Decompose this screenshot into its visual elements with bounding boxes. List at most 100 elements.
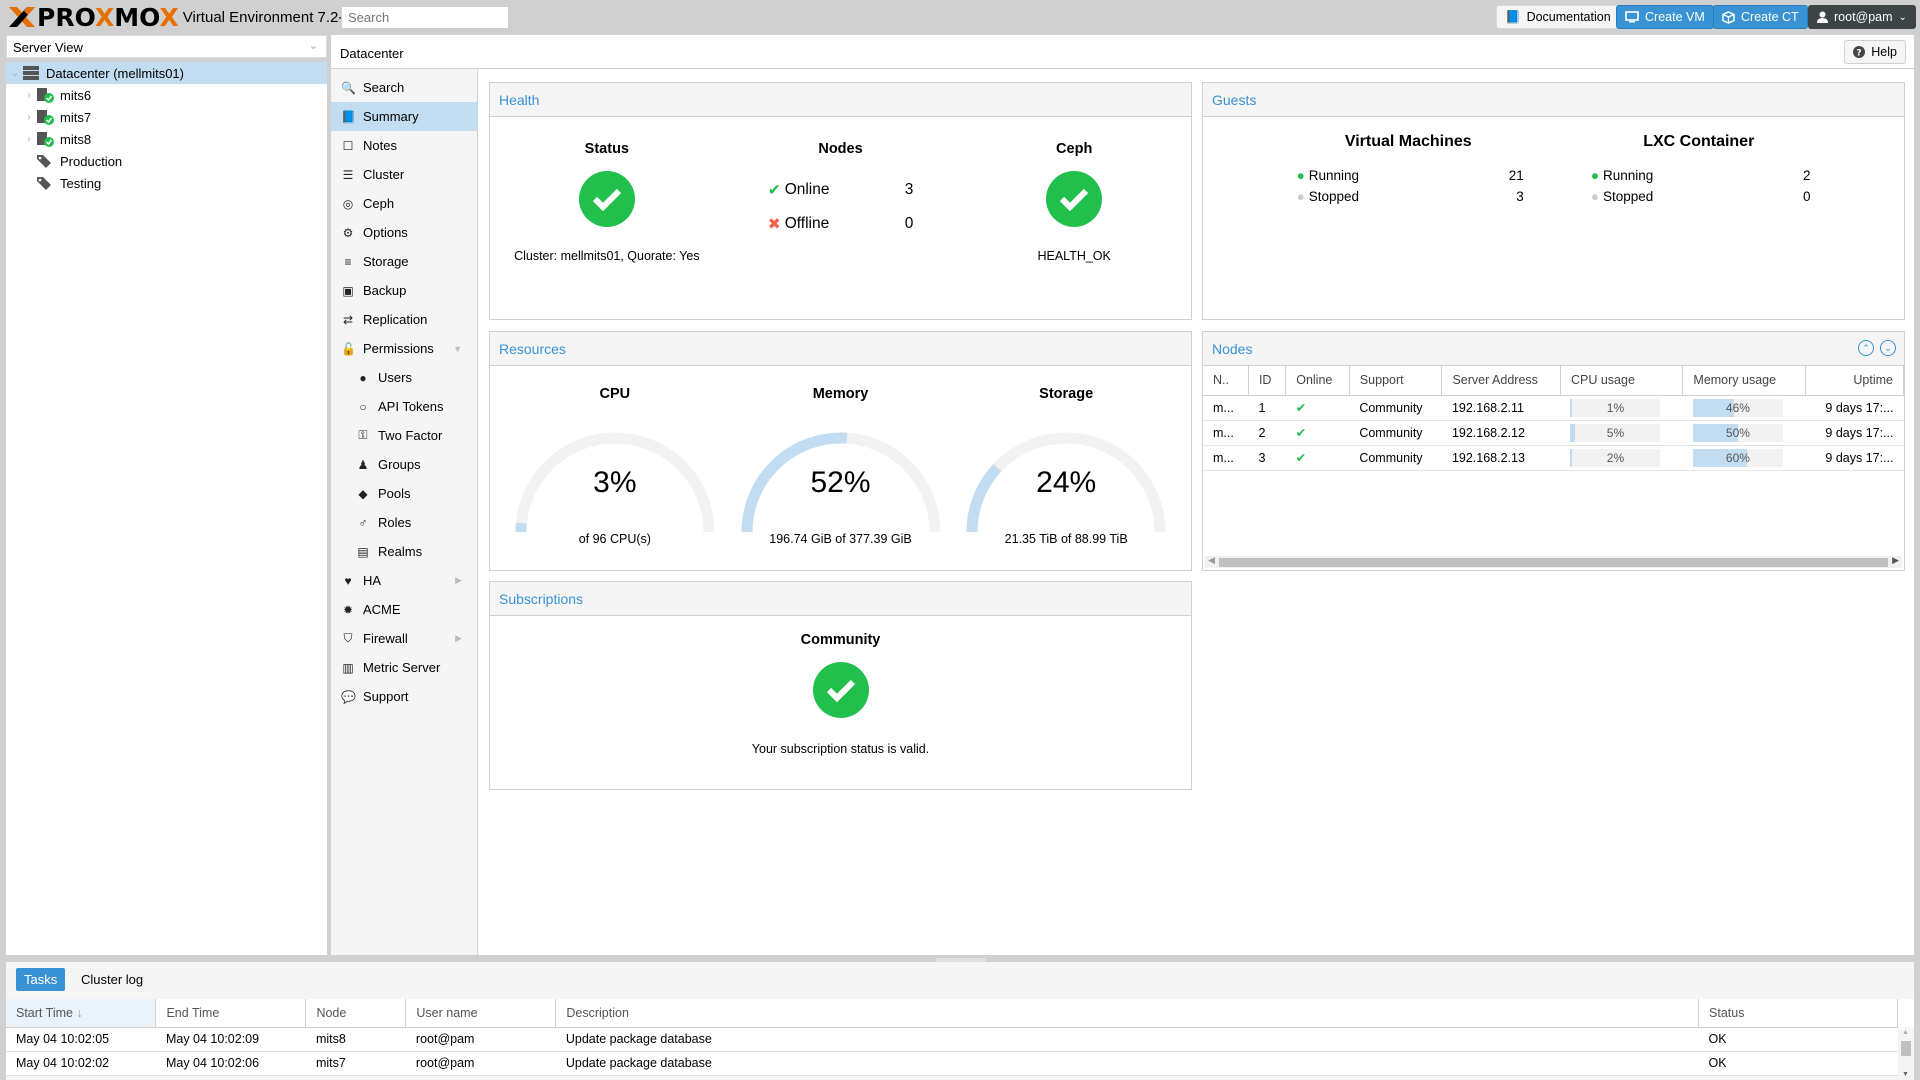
expand-toggle-icon[interactable]: › (22, 112, 36, 123)
task-end: May 04 10:02:06 (155, 1051, 306, 1076)
task-user: root@pam (405, 1051, 556, 1076)
menu-item-ceph[interactable]: ◎ Ceph (331, 189, 478, 218)
column-header[interactable]: Description (555, 999, 1700, 1028)
scroll-left-icon[interactable]: ◀ (1208, 555, 1215, 566)
scrollbar-thumb[interactable] (1901, 1041, 1911, 1056)
create-vm-button[interactable]: Create VM (1616, 5, 1714, 29)
menu-item-backup[interactable]: ▣ Backup (331, 276, 478, 305)
menu-item-pools[interactable]: ◆ Pools (331, 479, 478, 508)
tree-item-label: Testing (60, 175, 102, 191)
user-menu-button[interactable]: root@pam ⌄ (1808, 5, 1916, 29)
menu-item-support[interactable]: 💬 Support (331, 682, 478, 711)
usage-label: 50% (1725, 425, 1750, 440)
tree-item-node[interactable]: › mits6 (6, 84, 327, 106)
column-header[interactable]: N.. (1203, 366, 1249, 396)
breadcrumb: Datacenter (340, 46, 404, 61)
help-button[interactable]: ? Help (1844, 40, 1906, 64)
expand-toggle-icon[interactable]: › (22, 134, 36, 145)
tree-item-node[interactable]: › mits8 (6, 128, 327, 150)
menu-item-replication[interactable]: ⇄ Replication (331, 305, 478, 334)
running-label: Running (1602, 168, 1654, 183)
scrollbar-thumb[interactable] (1219, 558, 1888, 567)
node-row[interactable]: m... 1 ✔ Community 192.168.2.11 1% 46% 9 days 1… (1203, 395, 1904, 421)
search-input[interactable] (341, 6, 509, 29)
column-header[interactable]: Online (1285, 366, 1350, 396)
column-header-label: Description (566, 1005, 629, 1020)
task-row[interactable]: May 04 10:02:02 May 04 10:02:06 mits7 root@… (6, 1051, 1898, 1076)
task-row[interactable]: May 04 10:02:05 May 04 10:02:09 mits8 root@… (6, 1027, 1898, 1052)
scroll-right-icon[interactable]: ▶ (1892, 555, 1899, 566)
tree-item-pool[interactable]: Testing (6, 172, 327, 194)
column-header[interactable]: Node (305, 999, 407, 1028)
menu-item-search[interactable]: 🔍 Search (331, 73, 478, 102)
menu-item-metric-server[interactable]: ▥ Metric Server (331, 653, 478, 682)
resize-handle[interactable] (936, 958, 986, 962)
menu-item-label: HA (363, 573, 382, 588)
menu-item-permissions[interactable]: 🔓 Permissions ▼ (331, 334, 478, 363)
menu-item-cluster[interactable]: ☰ Cluster (331, 160, 478, 189)
menu-item-firewall[interactable]: ⛉ Firewall ▶ (331, 624, 478, 653)
scroll-down-icon[interactable]: ▼ (1902, 1071, 1909, 1078)
menu-item-storage[interactable]: ≡ Storage (331, 247, 478, 276)
caret-right-icon[interactable]: ▶ (455, 633, 462, 644)
column-header[interactable]: End Time (155, 999, 307, 1028)
menu-item-label: Backup (363, 283, 407, 298)
status-ok-icon (578, 171, 635, 227)
column-header[interactable]: Uptime (1805, 366, 1905, 396)
storage-percent: 24% (1036, 466, 1097, 499)
menu-item-two-factor[interactable]: ⚿ Two Factor (331, 421, 478, 450)
menu-item-users[interactable]: ● Users (331, 363, 478, 392)
tree-item-datacenter[interactable]: ⌄ Datacenter (mellmits01) (6, 62, 327, 84)
menu-item-summary[interactable]: 📘 Summary (331, 102, 478, 131)
node-row[interactable]: m... 2 ✔ Community 192.168.2.12 5% 50% 9 days 1… (1203, 420, 1904, 446)
usage-label: 2% (1606, 450, 1625, 465)
memory-usage-bar: 46% (1682, 395, 1806, 421)
node-support: Community (1349, 420, 1442, 446)
column-header[interactable]: Server Address (1441, 366, 1561, 396)
menu-item-roles[interactable]: ♂ Roles (331, 508, 478, 537)
menu-item-notes[interactable]: ☐ Notes (331, 131, 478, 160)
memory-percent: 52% (810, 466, 871, 499)
node-row[interactable]: m... 3 ✔ Community 192.168.2.13 2% 60% 9 days 1… (1203, 445, 1904, 471)
tab-tasks[interactable]: Tasks (16, 968, 66, 991)
documentation-button[interactable]: 📘 Documentation (1496, 5, 1620, 29)
column-header[interactable]: User name (405, 999, 557, 1028)
ceph-title: Ceph (1056, 141, 1093, 157)
expand-down-icon[interactable]: ⌄ (1880, 340, 1896, 356)
tree-item-node[interactable]: › mits7 (6, 106, 327, 128)
ceph-ok-icon[interactable] (1046, 171, 1103, 227)
menu-item-ha[interactable]: ♥ HA ▶ (331, 566, 478, 595)
task-start: May 04 10:02:05 (6, 1027, 156, 1052)
column-header[interactable]: CPU usage (1560, 366, 1684, 396)
menu-item-label: Summary (363, 109, 419, 124)
vertical-scrollbar[interactable]: ▲ ▼ (1898, 1027, 1914, 1080)
tab-cluster-log[interactable]: Cluster log (73, 968, 151, 991)
tree-item-label: mits6 (60, 87, 92, 103)
caret-right-icon[interactable]: ▶ (455, 575, 462, 586)
chevron-down-icon: ⌄ (1898, 11, 1907, 23)
column-header[interactable]: Status (1698, 999, 1898, 1028)
scroll-up-icon[interactable]: ▲ (1902, 1029, 1909, 1036)
horizontal-scrollbar[interactable]: ◀ ▶ (1205, 555, 1902, 568)
column-header-label: User name (416, 1005, 478, 1020)
collapse-toggle-icon[interactable]: ⌄ (8, 68, 22, 79)
menu-item-acme[interactable]: ✹ ACME (331, 595, 478, 624)
column-header[interactable]: Memory usage (1682, 366, 1806, 396)
create-ct-button[interactable]: Create CT (1713, 5, 1808, 29)
menu-item-realms[interactable]: ▤ Realms (331, 537, 478, 566)
node-id: 1 (1248, 395, 1286, 421)
menu-item-groups[interactable]: ♟ Groups (331, 450, 478, 479)
column-header[interactable]: Support (1349, 366, 1443, 396)
column-header[interactable]: Start Time ↓ (6, 999, 157, 1028)
menu-item-api-tokens[interactable]: ○ API Tokens (331, 392, 478, 421)
tree-item-pool[interactable]: Production (6, 150, 327, 172)
view-selector[interactable]: Server View ⌄ (6, 35, 327, 58)
panel-title: Resources (490, 332, 1191, 366)
offline-count: 0 (904, 215, 914, 232)
column-header[interactable]: ID (1248, 366, 1287, 396)
menu-item-options[interactable]: ⚙ Options (331, 218, 478, 247)
caret-down-icon[interactable]: ▼ (453, 344, 462, 354)
expand-toggle-icon[interactable]: › (22, 90, 36, 101)
collapse-up-icon[interactable]: ⌃ (1858, 340, 1874, 356)
lxc-stopped-count: 0 (1802, 189, 1811, 204)
